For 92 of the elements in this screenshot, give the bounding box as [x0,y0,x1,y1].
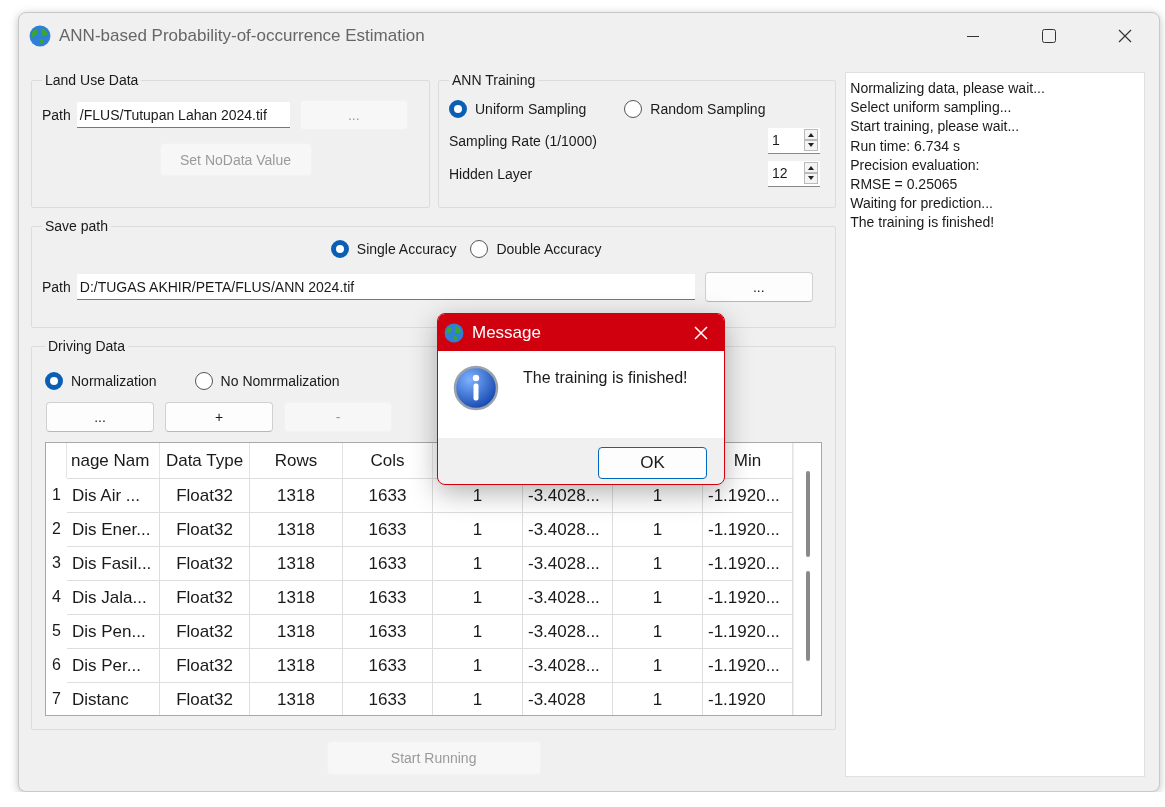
field-label: Sampling Rate (1/1000) [449,132,597,149]
table-cell: Float32 [160,512,250,546]
browse-button[interactable]: ... [46,402,154,432]
log-line: The training is finished! [850,213,996,233]
table-cell: 1 [433,512,523,546]
table-cell: 1633 [343,682,433,715]
table-cell: 1633 [343,648,433,682]
spin-arrows-icon[interactable] [804,129,818,151]
log-line: Waiting for prediction... [850,194,994,214]
field-label: Path [42,279,71,295]
table-cell: -3.4028 [523,682,613,715]
ok-button[interactable]: OK [598,447,707,479]
group-title: Save path [44,218,110,234]
table-cell: Float32 [160,648,250,682]
table-cell: -1.1920... [703,546,793,580]
group-title: Driving Data [47,338,127,354]
table-cell: 1318 [250,478,343,512]
table-cell: -1.1920... [703,614,793,648]
spin-arrows-icon[interactable] [804,162,818,184]
log-line: Normalizing data, please wait... [850,79,1046,98]
table-cell: 1 [433,580,523,614]
table-cell: 1318 [250,580,343,614]
field-label: Hidden Layer [449,165,533,182]
table-cell: Dis Per... [67,648,160,682]
table-cell: 1 [613,682,703,715]
table-cell: -3.4028... [523,546,613,580]
log-line: Run time: 6.734 s [850,136,961,156]
table-cell: -1.1920 [703,682,793,715]
table-cell: 1 [433,682,523,715]
log-line: Precision evaluation: [850,155,981,175]
table-cell: 1 [433,648,523,682]
radio-button[interactable]: Double Accuracy [470,240,602,258]
table-cell: -3.4028... [523,648,613,682]
table-cell: Dis Fasil... [67,546,160,580]
table-cell: -3.4028... [523,580,613,614]
log-line: RMSE = 0.25065 [850,175,959,194]
table-cell: 1318 [250,546,343,580]
group-title: Land Use Data [44,72,140,88]
table-cell: 1 [433,546,523,580]
table-cell: 1 [613,614,703,648]
table-cell: Float32 [160,580,250,614]
table-cell: 1 [613,546,703,580]
table-cell: 1633 [343,478,433,512]
table-cell: -1.1920... [703,580,793,614]
table-cell: Float32 [160,546,250,580]
spin-box[interactable]: 12 [768,160,820,187]
radio-button[interactable]: No Nomrmalization [194,372,340,390]
browse-button[interactable]: ... [704,272,813,302]
globe-icon [29,25,51,47]
table-cell: -1.1920... [703,648,793,682]
table-cell: -1.1920... [703,512,793,546]
window-title: ANN-based Probability-of-occurrence Estimation [59,26,425,46]
log-line: Start training, please wait... [850,117,1021,137]
path-field[interactable]: /FLUS/Tutupan Lahan 2024.tif [76,102,290,128]
table-cell: Float32 [160,682,250,715]
radio-button[interactable]: Normalization [45,372,157,390]
radio-button[interactable]: Single Accuracy [330,240,457,258]
dialog-title: Message [472,322,542,343]
table-cell: 1 [613,648,703,682]
path-field[interactable]: D:/TUGAS AKHIR/PETA/FLUS/ANN 2024.tif [76,274,695,300]
table-cell: Dis Ener... [67,512,160,546]
table-cell: 1633 [343,546,433,580]
table-cell: Dis Pen... [67,614,160,648]
table-cell: -3.4028... [523,614,613,648]
table-cell: 1633 [343,512,433,546]
table-cell: Dis Air ... [67,478,160,512]
table-cell: 1 [613,512,703,546]
spin-box[interactable]: 1 [768,127,820,154]
table-cell: Dis Jala... [67,580,160,614]
table-cell: -3.4028... [523,512,613,546]
table-cell: 1633 [343,580,433,614]
close-icon[interactable] [1117,28,1133,44]
table-cell: 1633 [343,614,433,648]
log-line: Select uniform sampling... [850,98,1013,118]
radio-button[interactable]: Random Sampling [624,100,766,118]
add-button[interactable]: + [165,402,273,432]
globe-icon [444,322,464,343]
table-cell: Float32 [160,478,250,512]
table-cell: 1318 [250,648,343,682]
table-cell: Distanc [67,682,160,715]
info-icon [453,365,499,411]
table-cell: 1 [433,614,523,648]
radio-button[interactable]: Uniform Sampling [449,100,587,118]
table-cell: 1318 [250,682,343,715]
table-cell: 1 [613,580,703,614]
field-label: Path [42,107,71,123]
dialog-message: The training is finished! [523,369,688,387]
table-cell: 1318 [250,614,343,648]
table-cell: 1318 [250,512,343,546]
table-cell: Float32 [160,614,250,648]
group-title: ANN Training [451,72,537,88]
maximize-icon[interactable] [1041,28,1057,44]
